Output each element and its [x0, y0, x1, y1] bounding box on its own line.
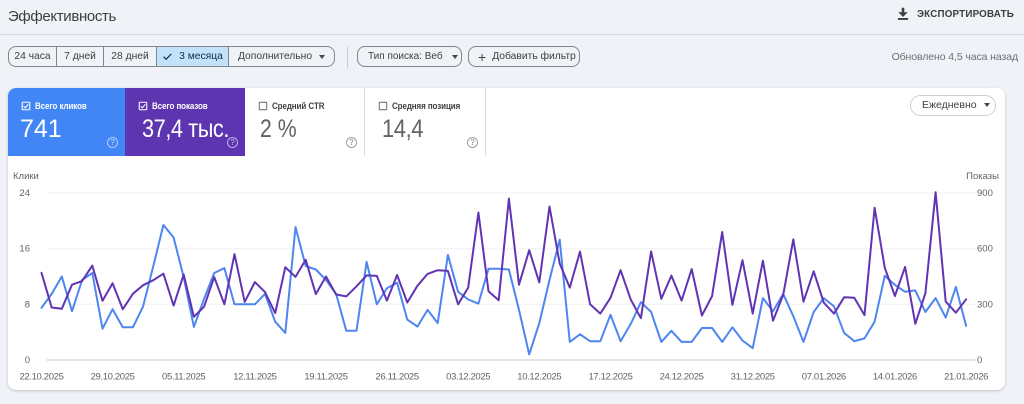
- svg-text:17.12.2025: 17.12.2025: [588, 372, 632, 383]
- svg-text:03.12.2025: 03.12.2025: [446, 372, 490, 383]
- svg-text:14.01.2026: 14.01.2026: [873, 372, 917, 383]
- svg-text:900: 900: [977, 188, 993, 199]
- svg-text:05.11.2025: 05.11.2025: [162, 372, 205, 383]
- svg-text:8: 8: [25, 299, 30, 310]
- svg-text:12.11.2025: 12.11.2025: [233, 372, 276, 383]
- svg-text:Показы: Показы: [966, 171, 999, 182]
- svg-text:31.12.2025: 31.12.2025: [731, 372, 775, 383]
- svg-text:21.01.2026: 21.01.2026: [944, 372, 988, 383]
- svg-text:29.10.2025: 29.10.2025: [91, 372, 135, 383]
- svg-text:Клики: Клики: [13, 171, 39, 182]
- svg-text:22.10.2025: 22.10.2025: [19, 372, 63, 383]
- svg-text:19.11.2025: 19.11.2025: [304, 372, 347, 383]
- svg-text:24.12.2025: 24.12.2025: [660, 372, 704, 383]
- svg-text:24: 24: [19, 188, 30, 199]
- svg-text:300: 300: [977, 299, 993, 310]
- svg-text:0: 0: [977, 355, 982, 366]
- svg-text:0: 0: [25, 355, 30, 366]
- svg-text:07.01.2026: 07.01.2026: [802, 372, 846, 383]
- svg-text:26.11.2025: 26.11.2025: [375, 372, 418, 383]
- svg-text:16: 16: [19, 244, 30, 255]
- svg-text:10.12.2025: 10.12.2025: [517, 372, 561, 383]
- svg-text:600: 600: [977, 244, 993, 255]
